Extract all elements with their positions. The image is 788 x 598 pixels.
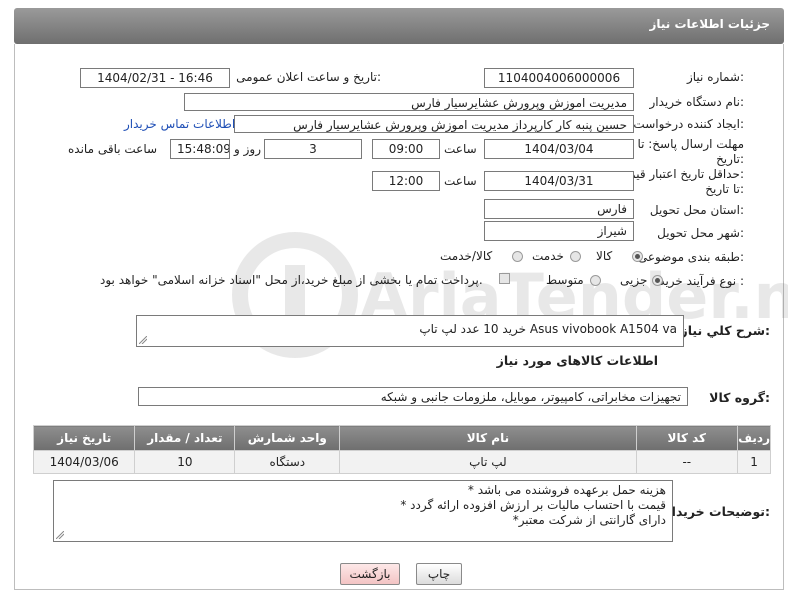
need-number-field: 1104004006000006 [484,68,634,88]
cell-unit: دستگاه [234,450,341,474]
deadline-date-field: 1404/03/04 [484,139,634,159]
cell-item-code: -- [635,450,739,474]
cell-quantity: 10 [134,450,236,474]
remaining-time-label: ساعت باقی مانده [68,142,158,156]
category-radio-goods-service[interactable] [512,251,523,262]
col-item-name: نام کالا [339,425,637,451]
col-need-date: تاریخ نیاز [32,425,136,451]
buyer-note-line: *دارای گارانتی از شرکت معتبر [512,513,666,527]
remaining-time-field: 15:48:09 [170,139,230,159]
process-option-minor: جزیی [620,273,648,287]
resize-grip-icon [139,336,147,344]
buyer-contact-link[interactable]: اطلاعات تماس خریدار [124,117,235,131]
category-option-service: خدمت [532,249,564,263]
buyer-note-line: * هزینه حمل برعهده فروشنده می باشد [467,483,666,497]
need-number-label: شماره نیاز: [686,70,744,84]
col-unit: واحد شمارش [234,425,341,451]
category-label: طبقه بندی موضوعی: [637,250,744,264]
print-button[interactable]: چاپ [416,563,462,585]
category-radio-goods[interactable] [632,251,643,262]
process-option-medium: متوسط [546,273,584,287]
validity-label-1: حداقل تاریخ اعتبار قیمت: [617,167,744,181]
buyer-org-label: نام دستگاه خریدار: [649,95,745,109]
goods-group-field: تجهیزات مخابراتی، کامپیوتر، موبایل، ملزو… [138,387,688,406]
buyer-org-field: مدیریت اموزش وپرورش عشایرسیار فارس [184,93,634,111]
creator-field: حسین پنبه کار کارپرداز مدیریت اموزش وپرو… [234,115,634,133]
goods-group-label: گروه کالا: [709,390,770,405]
deadline-time-label: ساعت [444,142,477,156]
description-textarea: خرید 10 عدد لپ تاپ Asus vivobook A1504 v… [136,315,684,347]
treasury-checkbox[interactable] [499,273,510,284]
buyer-note-line: * قیمت با احتساب مالیات بر ارزش افزوده ا… [400,498,666,512]
goods-info-title: اطلاعات کالاهای مورد نیاز [496,353,658,368]
category-option-goods: کالا [596,249,613,263]
col-quantity: تعداد / مقدار [134,425,236,451]
deadline-label-1: مهلت ارسال پاسخ: تا [637,137,744,151]
process-radio-minor[interactable] [652,275,663,286]
col-row-number: ردیف [737,425,771,451]
creator-label: ایجاد کننده درخواست: [633,117,744,131]
city-field: شیراز [484,221,634,241]
validity-time-field: 12:00 [372,171,440,191]
announce-label: تاریخ و ساعت اعلان عمومی: [236,70,381,84]
validity-time-label: ساعت [444,174,477,188]
buyer-notes-textarea: * هزینه حمل برعهده فروشنده می باشد * قیم… [53,480,673,542]
page-header: جزئیات اطلاعات نیاز [14,8,784,44]
cell-item-name: لپ تاپ [339,450,637,474]
category-radio-service[interactable] [570,251,581,262]
cell-need-date: 1404/03/06 [32,450,136,474]
province-label: استان محل تحویل: [649,203,744,217]
treasury-note: پرداخت تمام یا بخشی از مبلغ خرید،از محل … [100,273,483,287]
announce-field: 1404/02/31 - 16:46 [80,68,230,88]
deadline-label-2: تاریخ: [716,152,744,166]
description-text: خرید 10 عدد لپ تاپ Asus vivobook A1504 v… [419,322,677,336]
items-table: تاریخ نیاز تعداد / مقدار واحد شمارش نام … [32,425,771,474]
table-row: 1404/03/06 10 دستگاه لپ تاپ -- 1 [32,450,771,474]
validity-date-field: 1404/03/31 [484,171,634,191]
buyer-notes-label: توضیحات خریدار: [664,504,770,519]
col-item-code: کد کالا [635,425,739,451]
items-table-header: تاریخ نیاز تعداد / مقدار واحد شمارش نام … [32,425,771,451]
resize-grip-icon [56,531,64,539]
back-button[interactable]: بازگشت [340,563,400,585]
description-label: شرح کلي نياز: [680,323,771,338]
province-field: فارس [484,199,634,219]
city-label: شهر محل تحویل: [657,226,744,240]
category-option-goods-service: کالا/خدمت [440,249,493,263]
process-radio-medium[interactable] [590,275,601,286]
page-title: جزئیات اطلاعات نیاز [649,17,770,31]
days-remaining-field: 3 [264,139,362,159]
deadline-time-field: 09:00 [372,139,440,159]
validity-label-2: تا تاریخ: [705,182,744,196]
process-label: نوع فرآیند خرید : [659,274,744,288]
cell-row-number: 1 [737,450,771,474]
days-label: روز و [234,142,261,156]
